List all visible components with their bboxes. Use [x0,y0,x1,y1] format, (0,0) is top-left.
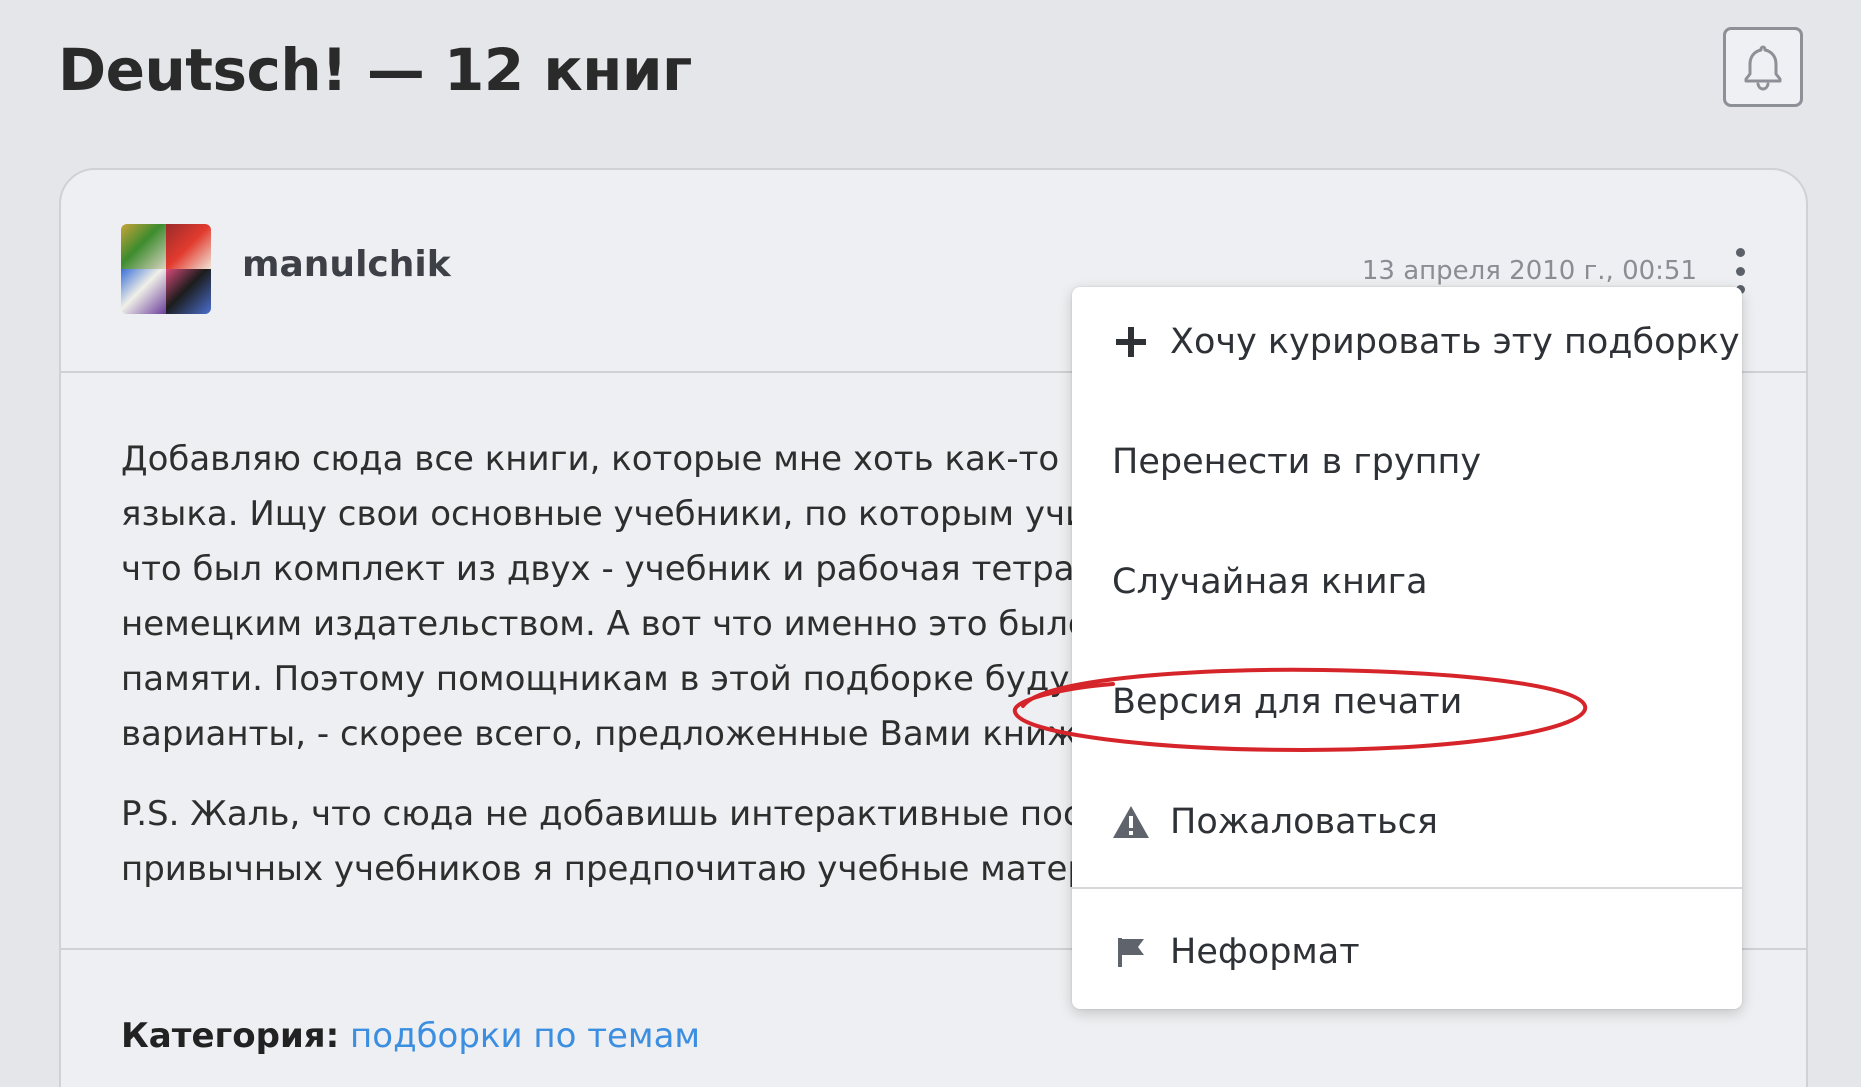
menu-item-label: Версия для печати [1112,682,1463,722]
text-line: Добавляю сюда все книги, которые мне хот… [121,439,1114,479]
menu-item-label: Случайная книга [1112,562,1428,602]
text-line: P.S. Жаль, что сюда не добавишь интеракт… [121,794,1103,834]
plus-icon [1112,323,1150,361]
menu-item-move-to-group[interactable]: Перенести в группу [1072,407,1742,517]
menu-item-offtopic[interactable]: Неформат [1072,897,1742,1007]
text-line: памяти. Поэтому помощникам в этой подбор… [121,659,1102,699]
category-link[interactable]: подборки по темам [350,1016,700,1056]
text-line: варианты, - скорее всего, предложенные В… [121,714,1099,754]
text-line: языка. Ищу свои основные учебники, по ко… [121,494,1109,534]
warning-triangle-icon [1112,803,1150,841]
page: Deutsch! — 12 книг manulchik 13 апреля 2… [0,0,1861,1087]
page-title: Deutsch! — 12 книг [58,36,692,104]
menu-item-label: Неформат [1170,932,1360,972]
category-row: Категория: подборки по темам [121,1016,700,1056]
notification-bell-button[interactable] [1723,27,1803,107]
menu-item-label: Перенести в группу [1112,442,1482,482]
menu-item-report[interactable]: Пожаловаться [1072,767,1742,877]
menu-item-random-book[interactable]: Случайная книга [1072,527,1742,637]
post-timestamp: 13 апреля 2010 г., 00:51 [1361,256,1697,286]
menu-divider [1072,887,1742,889]
category-label: Категория: [121,1016,340,1056]
menu-item-label: Хочу курировать эту подборку [1170,322,1740,362]
text-line: привычных учебников я предпочитаю учебны… [121,849,1112,889]
text-line: что был комплект из двух - учебник и раб… [121,549,1119,589]
menu-item-print-version[interactable]: Версия для печати [1072,647,1742,757]
bell-icon [1744,45,1782,91]
avatar[interactable] [121,224,211,314]
flag-icon [1112,933,1150,971]
text-line: немецким издательством. А вот что именно… [121,604,1112,644]
menu-item-curate[interactable]: Хочу курировать эту подборку [1072,287,1742,397]
author-link[interactable]: manulchik [242,244,451,285]
menu-item-label: Пожаловаться [1170,802,1438,842]
options-dropdown-menu: Хочу курировать эту подборку Перенести в… [1072,287,1742,1009]
kebab-menu-icon [1735,248,1745,257]
